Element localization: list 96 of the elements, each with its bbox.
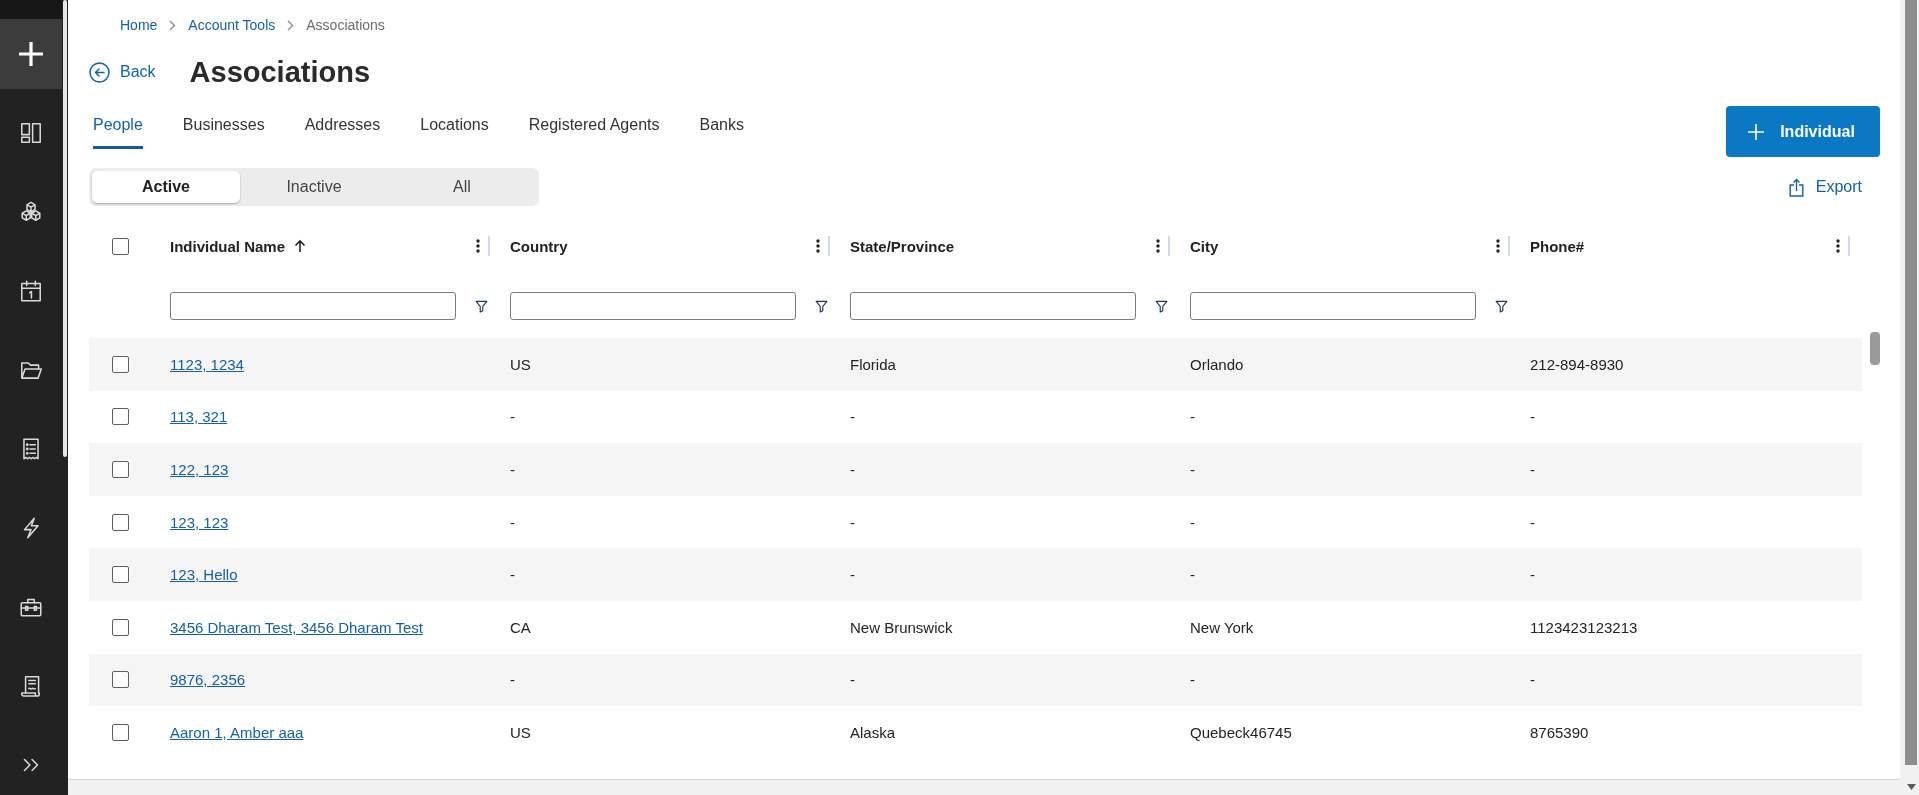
table-cell: US [510, 723, 531, 741]
table-cell: - [1530, 566, 1535, 584]
share-icon [1788, 177, 1804, 197]
name-link[interactable]: 3456 Dharam Test, 3456 Dharam Test [170, 618, 423, 636]
tab[interactable]: Addresses [304, 106, 381, 149]
filter-input[interactable] [170, 292, 456, 320]
table-cell: Orlando [1190, 355, 1244, 373]
column-header[interactable]: Phone# [1530, 237, 1585, 255]
status-tab[interactable]: All [388, 171, 536, 203]
table-cell: New York [1190, 618, 1254, 636]
table-cell: - [850, 513, 855, 531]
table-cell: - [850, 461, 855, 478]
filter-icon[interactable] [475, 299, 488, 313]
tab[interactable]: People [93, 106, 143, 149]
table-cell: - [1190, 513, 1195, 531]
table-cell: Alaska [850, 723, 896, 741]
breadcrumb-link[interactable]: Account Tools [188, 17, 276, 33]
table-cell: - [1530, 513, 1535, 531]
table-cell: - [850, 566, 855, 584]
table-cell: New Brunswick [850, 618, 953, 636]
status-tab[interactable]: Active [92, 171, 240, 203]
breadcrumb-link[interactable]: Home [120, 17, 158, 33]
checkbox[interactable] [112, 237, 129, 255]
horizontal-scrollbar[interactable] [68, 779, 1900, 795]
tab[interactable]: Locations [420, 106, 489, 149]
table-cell: - [1530, 671, 1535, 689]
tab[interactable]: Banks [699, 106, 744, 149]
table-cell: CA [510, 618, 531, 636]
column-header[interactable]: State/Province [850, 237, 955, 255]
filter-input[interactable] [850, 292, 1136, 320]
table-cell: - [1530, 461, 1535, 478]
scrollbar-thumb[interactable] [63, 0, 67, 457]
filter-icon[interactable] [1155, 299, 1168, 313]
checkbox[interactable] [112, 461, 129, 478]
table-cell: 8765390 [1530, 723, 1589, 741]
table-cell: US [510, 355, 531, 373]
table-cell: - [1190, 461, 1195, 478]
page-title: Associations [189, 55, 371, 89]
table-cell: Quebeck46745 [1190, 723, 1292, 741]
checkbox[interactable] [112, 408, 129, 426]
plus-icon [1747, 122, 1766, 141]
column-header[interactable]: Individual Name [170, 237, 286, 255]
add-button[interactable] [0, 19, 62, 89]
status-tab[interactable]: Inactive [240, 171, 388, 203]
tab[interactable]: Registered Agents [528, 106, 660, 149]
kebab-icon[interactable] [476, 239, 480, 253]
checkbox[interactable] [112, 723, 129, 741]
table-cell: - [850, 408, 855, 426]
table-cell: - [510, 671, 515, 689]
filter-icon[interactable] [1495, 299, 1508, 313]
table-cell: - [1190, 408, 1195, 426]
column-header[interactable]: Country [510, 237, 568, 255]
table-cell: 1123423123213 [1530, 618, 1638, 636]
export-link[interactable]: Export [1788, 177, 1862, 197]
checkbox[interactable] [112, 566, 129, 584]
breadcrumb-current: Associations [306, 17, 385, 33]
table-cell: 212-894-8930 [1530, 355, 1624, 373]
name-link[interactable]: Aaron 1, Amber aaa [170, 723, 304, 741]
kebab-icon[interactable] [1156, 239, 1160, 253]
name-link[interactable]: 123, Hello [170, 566, 238, 584]
vertical-scrollbar[interactable] [1900, 0, 1919, 795]
scrollbar-thumb[interactable] [1870, 332, 1880, 365]
scroll-down-arrow-icon[interactable] [1906, 784, 1916, 790]
table-cell: - [510, 566, 515, 584]
scrollbar-thumb[interactable] [1905, 0, 1917, 765]
checkbox[interactable] [112, 671, 129, 689]
checkbox[interactable] [112, 513, 129, 531]
sort-arrow-icon[interactable] [294, 239, 307, 253]
name-link[interactable]: 122, 123 [170, 461, 229, 478]
name-link[interactable]: 113, 321 [170, 408, 228, 426]
column-header[interactable]: City [1190, 237, 1219, 255]
chevron-icon [287, 19, 295, 31]
kebab-icon[interactable] [1836, 239, 1840, 253]
kebab-icon[interactable] [816, 239, 820, 253]
kebab-icon[interactable] [1496, 239, 1500, 253]
table-cell: - [1530, 408, 1535, 426]
name-link[interactable]: 9876, 2356 [170, 671, 246, 689]
table-cell: - [510, 461, 515, 478]
table-cell: - [850, 671, 855, 689]
table-cell: - [510, 408, 515, 426]
name-link[interactable]: 123, 123 [170, 513, 229, 531]
table-cell: - [1190, 671, 1195, 689]
tab[interactable]: Businesses [182, 106, 265, 149]
filter-input[interactable] [510, 292, 796, 320]
checkbox[interactable] [112, 618, 129, 636]
filter-icon[interactable] [815, 299, 828, 313]
chevron-icon [169, 19, 177, 31]
table-cell: Florida [850, 355, 896, 373]
plus-icon [17, 40, 45, 68]
name-link[interactable]: 1123, 1234 [170, 355, 244, 373]
filter-input[interactable] [1190, 292, 1476, 320]
back-link[interactable]: Back [89, 61, 156, 83]
table-cell: - [510, 513, 515, 531]
add-individual-button[interactable]: Individual [1726, 106, 1880, 157]
checkbox[interactable] [112, 355, 129, 373]
table-cell: - [1190, 566, 1195, 584]
